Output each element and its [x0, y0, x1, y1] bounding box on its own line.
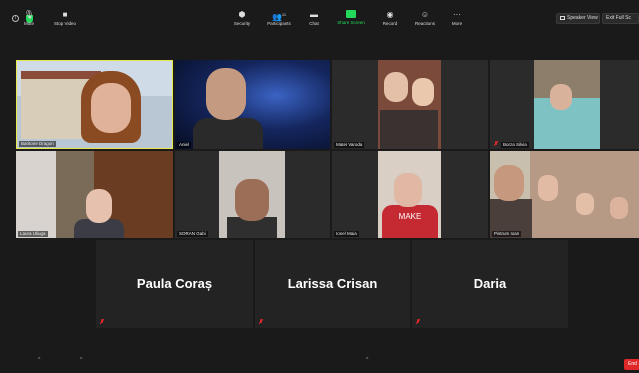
video-tile[interactable]: Pistrum Ioan [490, 151, 639, 238]
muted-mic-icon [100, 319, 104, 325]
muted-mic-icon [416, 319, 420, 325]
exit-full-screen-button[interactable]: Exit Full Sc [602, 13, 639, 24]
video-tile[interactable]: Aniel [175, 60, 330, 149]
participant-name: Aniel [177, 142, 192, 148]
security-button[interactable]: ⬢ Security [225, 10, 259, 28]
video-off-tile[interactable]: Daria [412, 240, 568, 328]
participant-name: SORAN Gabi [177, 231, 208, 237]
video-tile[interactable]: Borza Silvia [490, 60, 639, 149]
participant-name: Pistrum Ioan [492, 231, 522, 237]
mute-options-caret-icon[interactable]: ^ [38, 357, 40, 363]
share-options-caret-icon[interactable]: ^ [366, 357, 368, 363]
participant-video [494, 165, 524, 201]
video-off-tile[interactable]: Larissa Crisan [255, 240, 410, 328]
participant-video [86, 189, 112, 223]
muted-mic-icon [259, 319, 263, 325]
more-label: More [451, 21, 463, 26]
video-camera-icon: ■ [62, 10, 68, 19]
shirt-print: MAKE [382, 205, 438, 238]
reactions-smiley-icon: ☺ [420, 10, 430, 19]
participant-video [235, 179, 269, 221]
participant-name: Ionel Maia [334, 231, 359, 237]
participant-video [394, 173, 422, 207]
chat-label: Chat [309, 21, 319, 26]
speaker-view-button[interactable]: Speaker View [556, 13, 600, 24]
video-off-tile[interactable]: Paula Coraș [96, 240, 253, 328]
reactions-label: Reactions [414, 21, 435, 26]
participants-count: 11 [281, 12, 287, 17]
grid-icon [560, 15, 565, 20]
participant-video [206, 68, 246, 120]
record-button[interactable]: ◉ Record [373, 10, 407, 28]
mute-label: Mute [23, 21, 34, 26]
video-tile[interactable]: MAKE Ionel Maia [332, 151, 488, 238]
participant-name: Matei Varoda [334, 142, 365, 148]
meeting-toolbar [0, 344, 639, 373]
share-screen-button[interactable]: Share Screen [334, 10, 368, 27]
chat-button[interactable]: ▬ Chat [297, 10, 331, 28]
video-options-caret-icon[interactable]: ^ [80, 357, 82, 363]
video-tile[interactable]: Matei Varoda [332, 60, 488, 149]
participant-name: Daria [473, 276, 507, 291]
exit-full-screen-label: Exit Full Sc [606, 15, 632, 21]
reactions-button[interactable]: ☺ Reactions [408, 10, 442, 28]
mute-button[interactable]: 🎙 Mute [12, 10, 46, 28]
share-screen-label: Share Screen [337, 20, 365, 25]
end-meeting-button[interactable]: End [624, 359, 639, 370]
chat-bubble-icon: ▬ [310, 10, 318, 19]
participants-button[interactable]: 👥11 Participants [262, 10, 296, 28]
security-shield-icon: ⬢ [238, 10, 246, 19]
participant-name: Larissa Crisan [287, 276, 378, 291]
video-tile[interactable]: Laura Uliuga [16, 151, 173, 238]
share-screen-icon [346, 10, 356, 18]
speaker-view-label: Speaker View [567, 15, 598, 21]
participant-name: Baritone Dragon [19, 141, 56, 147]
participants-label: Participants [267, 21, 291, 26]
participants-icon: 👥11 [271, 12, 287, 22]
record-label: Record [382, 21, 398, 26]
participant-name: Borza Silvia [501, 142, 529, 148]
microphone-icon: 🎙 [23, 10, 35, 19]
muted-mic-icon [494, 141, 498, 147]
stop-video-label: Stop Video [54, 21, 76, 26]
video-tile[interactable]: Baritone Dragon [16, 60, 173, 149]
participant-name: Paula Coraș [136, 276, 213, 291]
security-label: Security [233, 21, 251, 26]
more-dots-icon: ··· [453, 10, 461, 19]
stop-video-button[interactable]: ■ Stop Video [48, 10, 82, 28]
participant-name: Laura Uliuga [18, 231, 48, 237]
more-button[interactable]: ··· More [440, 10, 474, 28]
record-icon: ◉ [386, 10, 394, 19]
participant-video [91, 83, 131, 133]
video-tile[interactable]: SORAN Gabi [175, 151, 330, 238]
